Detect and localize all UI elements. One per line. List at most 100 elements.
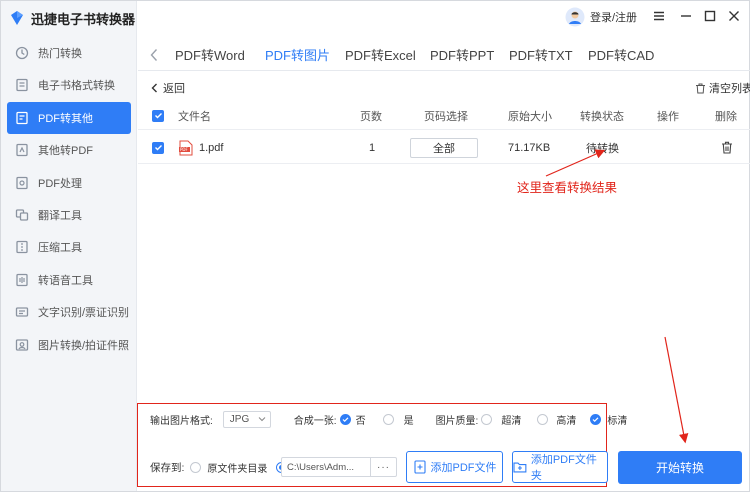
source-dir-label: 原文件夹目录 xyxy=(207,463,268,475)
close-button[interactable] xyxy=(727,9,741,23)
sidebar-item-ocr[interactable]: 文字识别/票证识别 xyxy=(7,296,131,328)
header-delete: 删除 xyxy=(715,110,737,123)
header-filename: 文件名 xyxy=(178,110,211,123)
sidebar-item-label: 压缩工具 xyxy=(38,242,82,255)
sidebar-item-photo[interactable]: 图片转换/拍证件照 xyxy=(7,329,131,361)
start-arrow xyxy=(664,336,689,444)
sidebar-item-label: 文字识别/票证识别 xyxy=(38,307,130,320)
photo-icon xyxy=(15,338,29,352)
table-row: PDF 1.pdf 1 全部 71.17KB 待转换 xyxy=(138,132,750,164)
select-all-checkbox[interactable] xyxy=(152,102,164,129)
tab-pdf-to-word[interactable]: PDF转Word xyxy=(175,45,245,64)
header-action: 操作 xyxy=(657,110,679,123)
merge-no-label: 否 xyxy=(355,415,366,427)
merge-no-radio[interactable] xyxy=(339,413,351,425)
tab-pdf-to-ppt[interactable]: PDF转PPT xyxy=(430,45,494,64)
add-pdf-folder-button[interactable]: 添加PDF文件夹 xyxy=(512,451,608,483)
menu-button[interactable] xyxy=(652,9,666,23)
row-checkbox[interactable] xyxy=(152,132,164,163)
save-path-field[interactable]: C:\Users\Adm... ··· xyxy=(281,457,397,477)
sidebar-item-label: 转语音工具 xyxy=(38,274,93,287)
back-button[interactable]: 返回 xyxy=(151,80,185,96)
back-label: 返回 xyxy=(163,83,185,95)
sidebar-item-label: 电子书格式转换 xyxy=(38,80,115,93)
options-row: 输出图片格式: JPG 合成一张: 否 是 图片质量: 超清 高清 标清 xyxy=(150,410,627,428)
quality-label: 图片质量: xyxy=(435,415,479,427)
quality-uhd-radio[interactable] xyxy=(481,413,493,425)
tab-pdf-to-image[interactable]: PDF转图片 xyxy=(265,45,330,64)
check-icon xyxy=(342,416,348,422)
sidebar-item-hot[interactable]: 热门转换 xyxy=(7,37,131,69)
status-badge: 待转换 xyxy=(586,142,619,155)
sidebar: 迅捷电子书转换器 热门转换 电子书格式转换 PDF转其他 其他转PDF PDF处… xyxy=(1,1,137,491)
translate-icon xyxy=(15,208,29,222)
page-count: 1 xyxy=(369,141,376,154)
sidebar-item-label: 图片转换/拍证件照 xyxy=(38,339,130,352)
sidebar-item-compress[interactable]: 压缩工具 xyxy=(7,231,131,263)
save-row: 保存到: 原文件夹目录 xyxy=(150,456,288,478)
table-header: 文件名 页数 页码选择 原始大小 转换状态 操作 删除 xyxy=(138,102,750,130)
sidebar-item-voice[interactable]: 转语音工具 xyxy=(7,264,131,296)
merge-yes-radio[interactable] xyxy=(382,413,394,425)
format-select[interactable]: JPG xyxy=(222,410,271,428)
browse-button[interactable]: ··· xyxy=(370,458,396,476)
save-label: 保存到: xyxy=(150,461,185,474)
login-label: 登录/注册 xyxy=(590,12,638,24)
add-pdf-file-label: 添加PDF文件 xyxy=(430,462,497,474)
delete-button[interactable] xyxy=(721,132,733,163)
start-convert-button[interactable]: 开始转换 xyxy=(618,451,742,484)
sidebar-item-ebook[interactable]: 电子书格式转换 xyxy=(7,69,131,101)
sidebar-item-other-to-pdf[interactable]: 其他转PDF xyxy=(7,134,131,166)
tab-pdf-to-excel[interactable]: PDF转Excel xyxy=(345,45,416,64)
login-button[interactable]: 登录/注册 xyxy=(565,7,637,27)
sidebar-nav: 热门转换 电子书格式转换 PDF转其他 其他转PDF PDF处理 翻译工具 压缩… xyxy=(7,37,131,361)
maximize-icon xyxy=(704,10,716,22)
compress-icon xyxy=(15,240,29,254)
trash-icon xyxy=(722,141,732,154)
header-page-select: 页码选择 xyxy=(424,110,468,123)
sidebar-item-pdf-to-other[interactable]: PDF转其他 xyxy=(7,101,131,134)
format-value: JPG xyxy=(229,413,250,425)
source-dir-radio[interactable] xyxy=(190,461,202,473)
sidebar-item-label: PDF处理 xyxy=(38,177,82,190)
voice-icon xyxy=(15,273,29,287)
ebook-icon xyxy=(15,78,29,92)
pdf-process-icon xyxy=(15,176,29,190)
app-logo-icon xyxy=(11,11,23,25)
tab-pdf-to-cad[interactable]: PDF转CAD xyxy=(588,45,654,64)
chevron-down-icon xyxy=(258,417,266,422)
add-pdf-folder-label: 添加PDF文件夹 xyxy=(530,454,597,482)
quality-uhd-label: 超清 xyxy=(501,415,522,427)
quality-sd-label: 标清 xyxy=(607,415,628,427)
tab-bar: PDF转Word PDF转图片 PDF转Excel PDF转PPT PDF转TX… xyxy=(138,39,750,71)
quality-hd-radio[interactable] xyxy=(537,413,549,425)
quality-sd-radio[interactable] xyxy=(590,413,602,425)
annotation-text: 这里查看转换结果 xyxy=(517,181,618,195)
maximize-button[interactable] xyxy=(703,9,717,23)
clear-list-label: 清空列表 xyxy=(709,83,750,95)
page-select-button[interactable]: 全部 xyxy=(410,137,478,158)
app-window: 迅捷电子书转换器 热门转换 电子书格式转换 PDF转其他 其他转PDF PDF处… xyxy=(0,0,750,492)
sidebar-item-translate[interactable]: 翻译工具 xyxy=(7,199,131,231)
sidebar-item-label: PDF转其他 xyxy=(38,112,93,125)
minimize-button[interactable] xyxy=(679,9,693,23)
tab-pdf-to-txt[interactable]: PDF转TXT xyxy=(509,45,573,64)
sidebar-item-label: 热门转换 xyxy=(38,48,82,60)
header-pages: 页数 xyxy=(360,110,382,123)
sidebar-item-label: 翻译工具 xyxy=(38,209,82,222)
format-label: 输出图片格式: xyxy=(150,415,213,427)
menu-icon xyxy=(654,11,664,21)
save-path-value: C:\Users\Adm... xyxy=(287,461,355,473)
chevron-left-icon xyxy=(151,83,157,93)
quality-hd-label: 高清 xyxy=(556,415,577,427)
header-status: 转换状态 xyxy=(580,110,624,123)
brand: 迅捷电子书转换器 xyxy=(9,7,135,29)
add-pdf-file-button[interactable]: 添加PDF文件 xyxy=(406,451,503,483)
trash-icon xyxy=(696,83,705,93)
close-icon xyxy=(729,11,739,21)
ocr-icon xyxy=(15,305,29,319)
app-title: 迅捷电子书转换器 xyxy=(31,11,136,27)
chevron-left-icon[interactable] xyxy=(148,47,160,63)
clear-list-button[interactable]: 清空列表 xyxy=(695,80,750,96)
sidebar-item-pdf-process[interactable]: PDF处理 xyxy=(7,167,131,199)
